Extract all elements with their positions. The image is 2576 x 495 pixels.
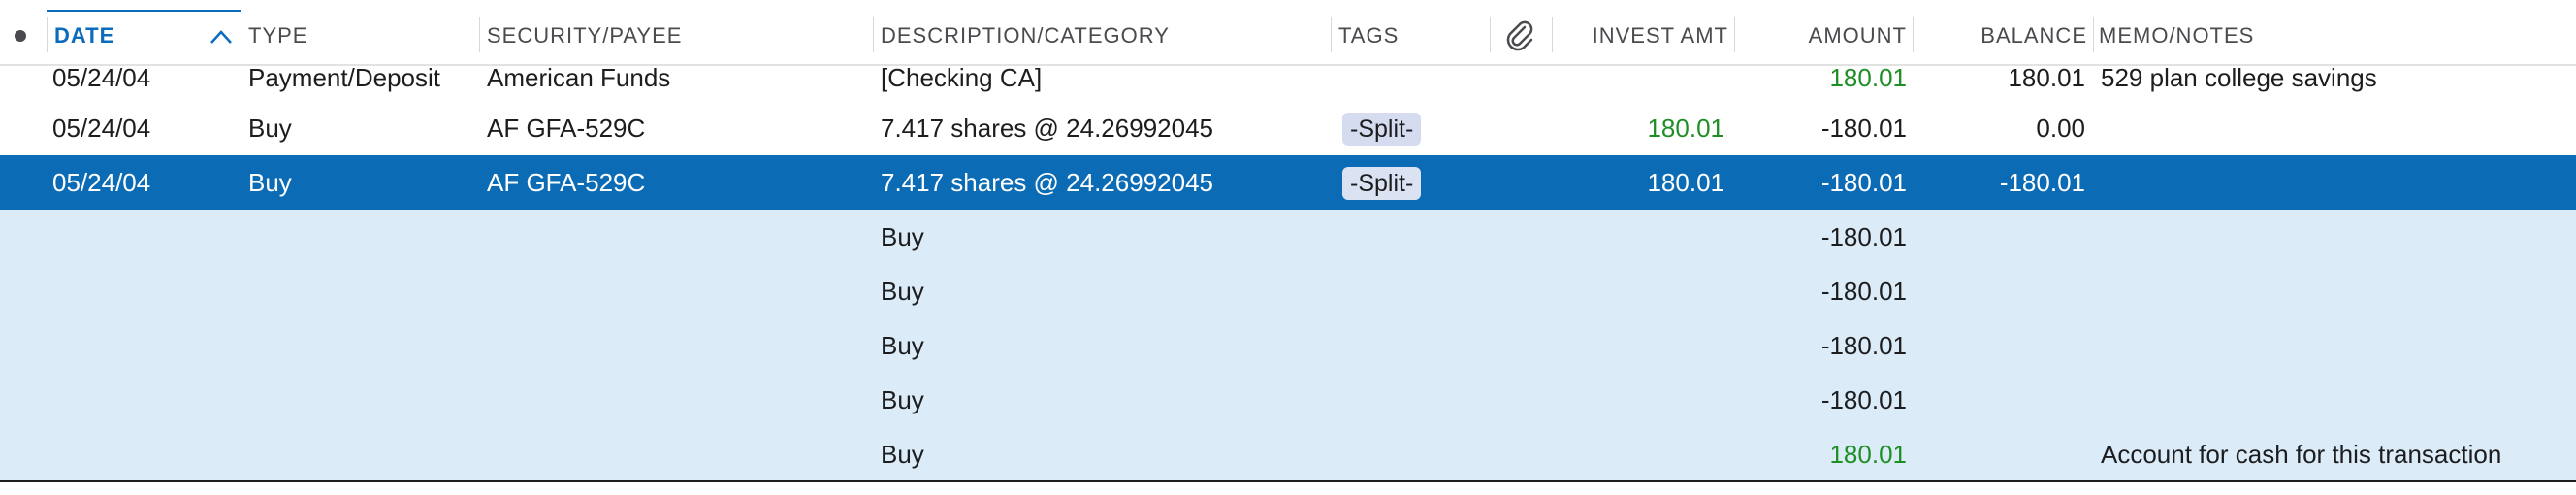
date-column-header[interactable]: DATE	[54, 0, 114, 64]
column-divider	[479, 17, 480, 52]
paperclip-icon	[1506, 20, 1533, 51]
payee-cell: AF GFA-529C	[487, 168, 646, 197]
balance-column-header[interactable]: BALANCE	[1913, 0, 2087, 64]
split-amount-cell: -180.01	[1820, 331, 1907, 360]
split-bottom-border	[0, 480, 2576, 482]
description-cell: 7.417 shares @ 24.26992045	[881, 168, 1213, 197]
balance-cell: 0.00	[2036, 114, 2085, 143]
amount-column-header[interactable]: AMOUNT	[1734, 0, 1907, 64]
type-cell: Buy	[248, 168, 292, 197]
split-line-row[interactable]: Buy -180.01	[0, 318, 2576, 373]
register-header: DATE TYPE SECURITY/PAYEE DESCRIPTION/CAT…	[0, 0, 2576, 66]
invest-amt-cell: 180.01	[1647, 168, 1724, 197]
split-tag-chip[interactable]: -Split-	[1342, 167, 1422, 200]
transaction-row[interactable]: 05/24/04 Payment/Deposit American Funds …	[0, 63, 2576, 105]
status-dot-icon	[15, 30, 26, 42]
split-amount-cell: -180.01	[1820, 277, 1907, 306]
column-divider	[2093, 17, 2094, 52]
invest-amt-cell: 180.01	[1647, 114, 1724, 143]
type-column-header[interactable]: TYPE	[248, 0, 307, 64]
split-description-cell: Buy	[881, 385, 924, 414]
date-cell: 05/24/04	[52, 168, 151, 197]
amount-cell: -180.01	[1820, 114, 1907, 143]
split-tag-chip[interactable]: -Split-	[1342, 113, 1422, 146]
split-memo-cell: Account for cash for this transaction	[2101, 440, 2502, 469]
type-cell: Buy	[248, 114, 292, 143]
split-description-cell: Buy	[881, 331, 924, 360]
memo-notes-column-header[interactable]: MEMO/NOTES	[2099, 0, 2254, 64]
security-payee-column-header[interactable]: SECURITY/PAYEE	[487, 0, 682, 64]
transaction-register: DATE TYPE SECURITY/PAYEE DESCRIPTION/CAT…	[0, 0, 2576, 495]
column-divider	[47, 17, 48, 52]
split-line-row[interactable]: Buy 180.01 Account for cash for this tra…	[0, 427, 2576, 481]
split-description-cell: Buy	[881, 222, 924, 251]
split-amount-cell: 180.01	[1829, 440, 1907, 469]
description-category-column-header[interactable]: DESCRIPTION/CATEGORY	[881, 0, 1170, 64]
split-amount-cell: -180.01	[1820, 222, 1907, 251]
description-cell: 7.417 shares @ 24.26992045	[881, 114, 1213, 143]
split-line-row[interactable]: Buy -180.01	[0, 210, 2576, 264]
split-line-row[interactable]: Buy -180.01	[0, 264, 2576, 318]
tags-cell[interactable]: -Split-	[1342, 155, 1422, 210]
tags-column-header[interactable]: TAGS	[1338, 0, 1399, 64]
split-amount-cell: -180.01	[1820, 385, 1907, 414]
split-line-row[interactable]: Buy -180.01	[0, 373, 2576, 427]
column-divider	[1490, 17, 1491, 52]
date-cell: 05/24/04	[52, 114, 151, 143]
transaction-row[interactable]: 05/24/04 Buy AF GFA-529C 7.417 shares @ …	[0, 101, 2576, 155]
split-description-cell: Buy	[881, 277, 924, 306]
split-description-cell: Buy	[881, 440, 924, 469]
payee-cell: AF GFA-529C	[487, 114, 646, 143]
amount-cell: -180.01	[1820, 168, 1907, 197]
column-divider	[241, 17, 242, 52]
invest-amt-column-header[interactable]: INVEST AMT	[1552, 0, 1728, 64]
balance-cell: -180.01	[1999, 168, 2085, 197]
column-divider	[1331, 17, 1332, 52]
selected-transaction-row[interactable]: 05/24/04 Buy AF GFA-529C 7.417 shares @ …	[0, 155, 2576, 210]
chevron-up-icon[interactable]	[209, 29, 233, 45]
column-divider	[873, 17, 874, 52]
tags-cell[interactable]: -Split-	[1342, 101, 1422, 155]
